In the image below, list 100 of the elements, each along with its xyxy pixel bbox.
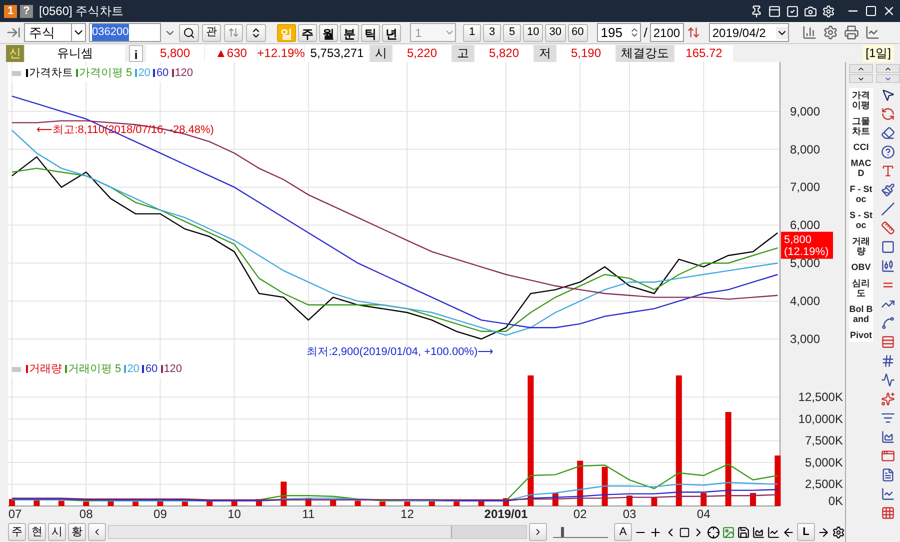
interval-button[interactable]: 3	[483, 24, 501, 42]
close-icon[interactable]	[882, 4, 896, 18]
spinner-icon[interactable]	[628, 27, 640, 38]
view-tab[interactable]: 현	[28, 523, 46, 541]
curve-icon[interactable]	[881, 316, 895, 330]
indicator-item[interactable]: 심리도	[849, 278, 873, 298]
interval-button[interactable]: 60	[568, 24, 588, 42]
eraser-icon[interactable]	[881, 126, 895, 140]
save-icon[interactable]	[737, 526, 750, 538]
indicator-item[interactable]: 거래량	[849, 236, 873, 256]
ruler-icon[interactable]	[881, 221, 895, 235]
zoom-slider-thumb[interactable]	[560, 527, 564, 537]
help-icon[interactable]	[881, 145, 895, 159]
interval-button[interactable]: 10	[523, 24, 544, 42]
chart-icon[interactable]	[802, 25, 818, 40]
scrollbar-track[interactable]	[108, 525, 527, 539]
quote-value: 5,220	[393, 44, 451, 62]
text-tool-icon[interactable]	[881, 164, 895, 178]
panel-icon[interactable]	[768, 4, 781, 18]
scroll-down-button[interactable]	[849, 74, 873, 83]
camera-icon[interactable]	[804, 4, 817, 18]
search-button[interactable]	[179, 24, 199, 42]
indicator-item[interactable]: 가격이평	[849, 90, 873, 110]
total-field[interactable]: 2100	[650, 23, 684, 42]
legend-toggle-icon[interactable]	[12, 70, 21, 76]
quote-label: 고	[452, 44, 474, 62]
rows-icon[interactable]	[881, 335, 895, 349]
indicator-item[interactable]: F - Stoc	[849, 184, 873, 204]
document-icon[interactable]	[881, 468, 895, 482]
legend-label: 20	[138, 66, 150, 81]
zoom-in-icon[interactable]	[649, 526, 662, 538]
period-tab[interactable]: 년	[382, 24, 401, 42]
arrow-left-icon[interactable]	[782, 526, 795, 538]
legend-label: 거래량	[29, 362, 62, 377]
arrow-right-icon[interactable]	[817, 526, 830, 538]
list-icon[interactable]	[881, 411, 895, 425]
view-tab[interactable]: 주	[8, 523, 26, 541]
pointer-icon[interactable]	[881, 88, 895, 102]
chevron-down-icon[interactable]	[71, 24, 85, 41]
maximize-icon[interactable]	[865, 5, 877, 17]
checkbox-icon[interactable]	[786, 4, 799, 18]
line-chart-icon[interactable]	[767, 526, 780, 538]
area-chart-icon[interactable]	[752, 526, 765, 538]
scrollbar-thumb[interactable]	[451, 526, 526, 538]
volume-bar	[700, 492, 707, 506]
sort-icon[interactable]	[687, 26, 700, 39]
legend-label: 120	[164, 362, 182, 377]
pin-icon[interactable]	[750, 4, 763, 18]
grid-lines-icon[interactable]	[881, 354, 895, 368]
image-icon[interactable]	[722, 526, 735, 538]
period-tab[interactable]: 분	[340, 24, 359, 42]
period-tab[interactable]: 틱	[361, 24, 380, 42]
volume-bar	[157, 500, 164, 506]
related-button[interactable]: 관	[202, 24, 221, 42]
scroll-up-button[interactable]	[849, 64, 873, 73]
quote-label: 체결강도	[616, 44, 674, 62]
sparkle-icon[interactable]	[881, 392, 895, 406]
font-button[interactable]: A	[614, 523, 632, 541]
up-down-button[interactable]	[246, 24, 266, 42]
code-field[interactable]: 036200	[89, 23, 161, 42]
grid-icon[interactable]	[881, 506, 895, 520]
axis-label: 03	[622, 507, 636, 521]
rectangle-icon[interactable]	[881, 240, 895, 254]
legend-label: 가격차트	[29, 66, 73, 81]
stop-icon[interactable]	[679, 526, 690, 538]
print-icon[interactable]	[844, 25, 860, 40]
indicator-item[interactable]: S - Stoc	[849, 210, 873, 230]
indicator-item[interactable]: MACD	[849, 158, 873, 178]
legend-toggle-icon[interactable]	[12, 366, 21, 372]
window-icon[interactable]	[881, 449, 895, 463]
crosshair-icon[interactable]	[707, 526, 720, 538]
indicator-item[interactable]: Pivot	[849, 330, 873, 340]
candlestick-icon[interactable]	[881, 259, 895, 273]
period-tab[interactable]: 주	[298, 24, 317, 42]
indicator-item[interactable]: Bol Band	[849, 304, 873, 324]
interval-button[interactable]: 5	[503, 24, 521, 42]
indicator-item[interactable]: OBV	[849, 262, 873, 272]
period-tab[interactable]: 월	[319, 24, 338, 42]
indicator-item[interactable]: CCI	[849, 142, 873, 152]
period-label: [1일]	[862, 44, 894, 62]
interval-button[interactable]: 30	[545, 24, 566, 42]
view-tab[interactable]: 황	[68, 523, 86, 541]
link-arrow-icon[interactable]	[6, 25, 21, 40]
line-button[interactable]: L	[797, 523, 815, 541]
scroll-up-button[interactable]	[876, 64, 900, 73]
area-chart-icon[interactable]	[881, 430, 895, 444]
interval-button[interactable]: 1	[463, 24, 481, 42]
stock-name: 유니셈	[25, 44, 125, 62]
change-rate: +12.19%	[258, 44, 304, 62]
rotate-icon[interactable]	[881, 107, 895, 121]
volume-bar	[428, 500, 435, 506]
view-tab[interactable]: 시	[48, 523, 66, 541]
line-chart-icon[interactable]	[881, 487, 895, 501]
indicator-item[interactable]: 그물차트	[849, 116, 873, 136]
line-tool-icon[interactable]	[881, 202, 895, 216]
pulse-icon[interactable]	[881, 373, 895, 387]
axis-label: 3,000	[790, 332, 820, 346]
settings-icon[interactable]	[832, 526, 845, 538]
info-button[interactable]: i	[129, 44, 143, 62]
brush-icon[interactable]	[881, 183, 895, 197]
